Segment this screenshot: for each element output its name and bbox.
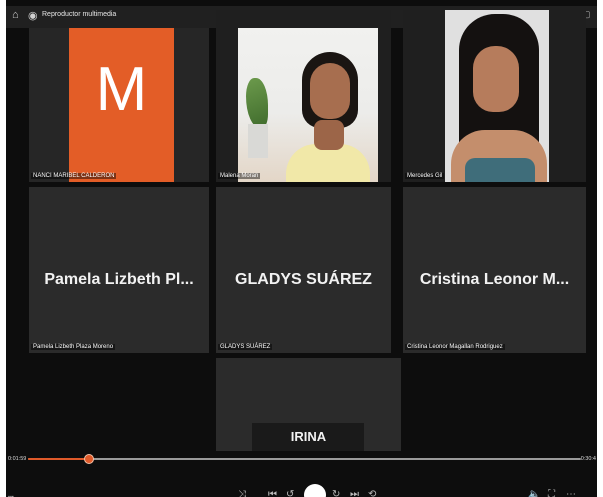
previous-icon[interactable]: ⏮ [268,489,277,497]
media-player-window: ⌂ ◉ Reproductor multimedia – ▢ M NANCI M… [6,0,597,497]
participant-tile-gladys: GLADYS SUÁREZ GLADYS SUÁREZ [216,187,391,353]
volume-icon[interactable]: 🔈 [528,489,540,497]
participant-tile-malena: Malena Moran [216,10,391,182]
participant-display-name: IRINA [290,429,327,444]
shuffle-icon[interactable]: ⤨ [238,489,246,497]
home-icon[interactable]: ⌂ [12,9,19,21]
participant-video [238,28,378,182]
window-title: Reproductor multimedia [42,11,117,18]
next-icon[interactable]: ⏭ [350,489,359,497]
participant-tile-pamela: Pamela Lizbeth Pl... Pamela Lizbeth Plaz… [29,187,209,353]
seek-track[interactable] [28,454,581,464]
participant-display-name: GLADYS SUÁREZ [235,271,372,288]
more-icon[interactable]: ⋯ [566,489,576,497]
participant-display-name: Pamela Lizbeth Pl... [44,271,194,288]
avatar-letter: M [95,55,148,124]
total-time: 0:30:4 [580,456,596,462]
player-controls: ... ⤨ ⏮ ↺ ↻ ⏭ ⟲ 🔈 ⛶ ⋯ [6,467,597,497]
participant-name-label: Cristina Leonor Magallan Rodriguez [405,344,505,350]
seek-progress-fill [28,458,89,460]
participant-avatar: M [69,28,174,182]
fullscreen-icon[interactable]: ⛶ [548,489,555,497]
app-logo-icon: ◉ [28,10,38,22]
participant-tile-irina: IRINA [216,358,401,451]
current-time: 0:01:59 [8,456,27,462]
participant-name-label: NANCI MARIBEL CALDERON [31,173,117,179]
participant-display-name: Cristina Leonor M... [419,271,570,288]
participant-name-label: GLADYS SUÁREZ [218,344,273,350]
participant-name-label: Pamela Lizbeth Plaza Moreno [31,344,116,350]
play-pause-button[interactable] [304,484,326,497]
media-title: ... [8,492,14,497]
participant-name-label: Malena Moran [218,173,261,179]
rewind-icon[interactable]: ↺ [286,489,294,497]
participant-name-label: Mercedes Gil [405,173,445,179]
participant-tile-cristina: Cristina Leonor M... Cristina Leonor Mag… [403,187,586,353]
seek-thumb[interactable] [83,454,94,464]
seek-bar[interactable]: 0:01:59 0:30:4 [6,451,597,467]
participant-video [445,10,549,182]
repeat-icon[interactable]: ⟲ [368,489,376,497]
participant-tile-mercedes: Mercedes Gil [403,10,586,182]
participant-tile-nanci: M NANCI MARIBEL CALDERON [29,28,209,182]
forward-icon[interactable]: ↻ [332,489,340,497]
